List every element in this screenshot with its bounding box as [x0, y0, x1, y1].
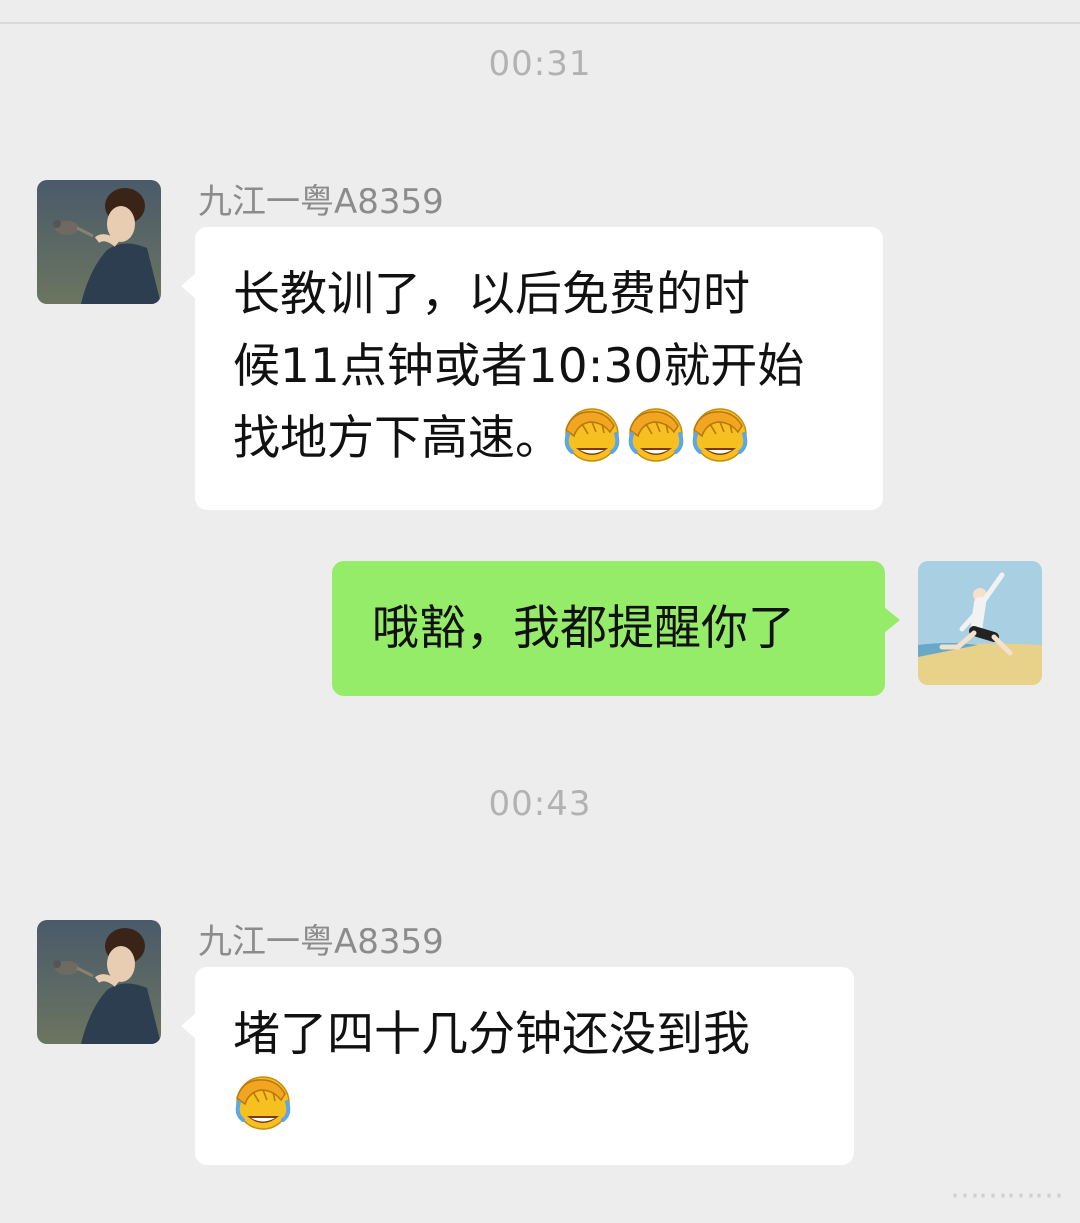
message-text: 堵了四十几分钟还没到我 — [233, 1007, 750, 1062]
sender-name: 九江一粤A8359 — [198, 922, 444, 962]
my-avatar[interactable] — [918, 561, 1042, 685]
watermark: ⋯⋯⋯⋯ — [950, 1178, 1064, 1213]
facepalm-cry-emoji-icon — [690, 404, 750, 464]
timestamp: 00:43 — [488, 784, 592, 824]
top-divider — [0, 22, 1080, 24]
bubble-tail — [181, 1013, 196, 1039]
message-bubble-incoming[interactable]: 长教训了，以后免费的时 候11点钟或者10:30就开始 找地方下高速。 — [181, 227, 883, 510]
contact-avatar[interactable] — [37, 920, 161, 1044]
facepalm-cry-emoji-icon — [233, 1072, 293, 1132]
facepalm-cry-emoji-icon — [562, 404, 622, 464]
sender-name: 九江一粤A8359 — [198, 182, 444, 222]
timestamp: 00:31 — [488, 44, 592, 84]
message-bubble-incoming[interactable]: 堵了四十几分钟还没到我 — [181, 967, 854, 1165]
message-text-line: 候11点钟或者10:30就开始 — [233, 339, 805, 394]
message-bubble-outgoing[interactable]: 哦豁，我都提醒你了 — [332, 561, 900, 696]
contact-avatar[interactable] — [37, 180, 161, 304]
message-text-line-with-emoji: 找地方下高速。 — [233, 403, 883, 475]
message-text: 找地方下高速。 — [233, 411, 562, 466]
facepalm-cry-emoji-icon — [626, 404, 686, 464]
message-text-line: 长教训了，以后免费的时 — [233, 267, 750, 322]
bubble-tail — [181, 273, 196, 299]
message-text: 哦豁，我都提醒你了 — [372, 601, 795, 656]
bubble-tail — [884, 607, 900, 633]
message-emoji-line — [233, 1071, 854, 1143]
